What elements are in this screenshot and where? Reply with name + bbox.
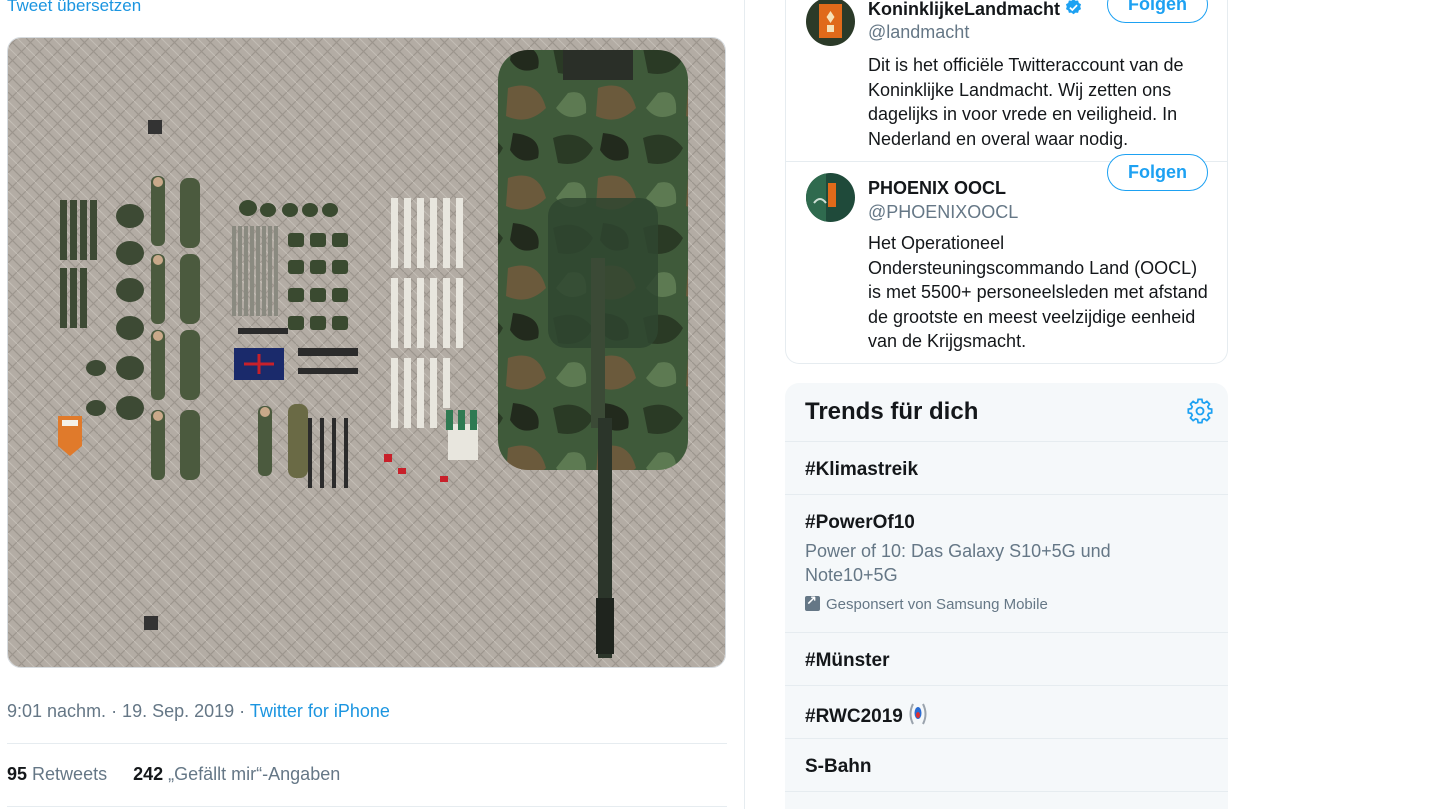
trend-name: #Klimastreik <box>805 459 919 480</box>
trend-item-promoted[interactable]: #PowerOf10 Power of 10: Das Galaxy S10+5… <box>785 494 1228 632</box>
trend-item[interactable]: S-Bahn <box>785 738 1228 791</box>
tweet-timestamp[interactable]: 9:01 nachm. · 19. Sep. 2019 · <box>7 701 245 721</box>
trend-item[interactable]: #RWC2019 <box>785 685 1228 738</box>
follow-button[interactable]: Folgen <box>1107 0 1208 23</box>
account-handle[interactable]: @PHOENIXOOCL <box>868 202 1018 223</box>
account-name[interactable]: PHOENIX OOCL <box>868 178 1006 199</box>
likes-stat[interactable]: 242 „Gefällt mir“-Angaben <box>133 764 340 784</box>
verified-badge-icon <box>1066 0 1082 15</box>
trend-name-text: #RWC2019 <box>805 706 903 727</box>
rugby-world-cup-emoji-icon <box>909 703 927 725</box>
account-name[interactable]: KoninklijkeLandmacht <box>868 0 1083 20</box>
tweet-stats: 95 Retweets 242 „Gefällt mir“-Angaben <box>7 764 340 785</box>
promoted-icon <box>805 593 820 611</box>
tweet-photo[interactable] <box>7 37 726 668</box>
military-equipment-aerial-photo <box>8 38 725 667</box>
gear-icon[interactable] <box>1186 397 1214 425</box>
retweets-stat[interactable]: 95 Retweets <box>7 764 107 784</box>
divider <box>7 806 727 807</box>
retweets-label: Retweets <box>32 764 108 784</box>
trend-name: #RWC2019 <box>805 703 928 728</box>
trend-name: #Münster <box>805 650 890 671</box>
trend-item[interactable] <box>785 791 1228 809</box>
trend-description: Power of 10: Das Galaxy S10+5G und Note1… <box>805 541 1111 585</box>
account-bio: Dit is het officiële Twitteraccount van … <box>868 55 1184 149</box>
who-to-follow-panel: KoninklijkeLandmacht @landmacht Folgen D… <box>785 0 1228 364</box>
trends-panel: Trends für dich #Klimastreik #PowerOf10 … <box>785 383 1228 809</box>
trend-name: S-Bahn <box>805 756 872 777</box>
divider <box>7 743 727 744</box>
likes-count: 242 <box>133 764 164 784</box>
gear-icon-svg <box>1187 398 1213 424</box>
tweet-source-link[interactable]: Twitter for iPhone <box>250 701 390 721</box>
avatar[interactable] <box>806 0 855 46</box>
landmacht-logo-icon <box>806 0 855 46</box>
tweet-detail-column: Tweet übersetzen 9:01 nachm. · 19. Sep. … <box>0 0 745 809</box>
avatar[interactable] <box>806 173 855 222</box>
trend-item[interactable]: #Münster <box>785 632 1228 685</box>
account-bio: Het Operationeel Ondersteuningscommando … <box>868 233 1208 351</box>
tweet-timestamp-line: 9:01 nachm. · 19. Sep. 2019 · Twitter fo… <box>7 701 390 722</box>
likes-label: „Gefällt mir“-Angaben <box>168 764 341 784</box>
account-handle[interactable]: @landmacht <box>868 22 969 43</box>
trend-item[interactable]: #Klimastreik <box>785 441 1228 494</box>
trend-name: #PowerOf10 <box>805 512 915 533</box>
follow-button[interactable]: Folgen <box>1107 154 1208 191</box>
oocl-logo-icon <box>806 173 855 222</box>
account-name-text: KoninklijkeLandmacht <box>868 0 1061 19</box>
trends-title: Trends für dich <box>805 398 979 425</box>
translate-tweet-link[interactable]: Tweet übersetzen <box>7 0 141 16</box>
promoted-text: Gesponsert von Samsung Mobile <box>826 596 1048 613</box>
retweets-count: 95 <box>7 764 28 784</box>
promoted-label: Gesponsert von Samsung Mobile <box>805 593 1048 613</box>
